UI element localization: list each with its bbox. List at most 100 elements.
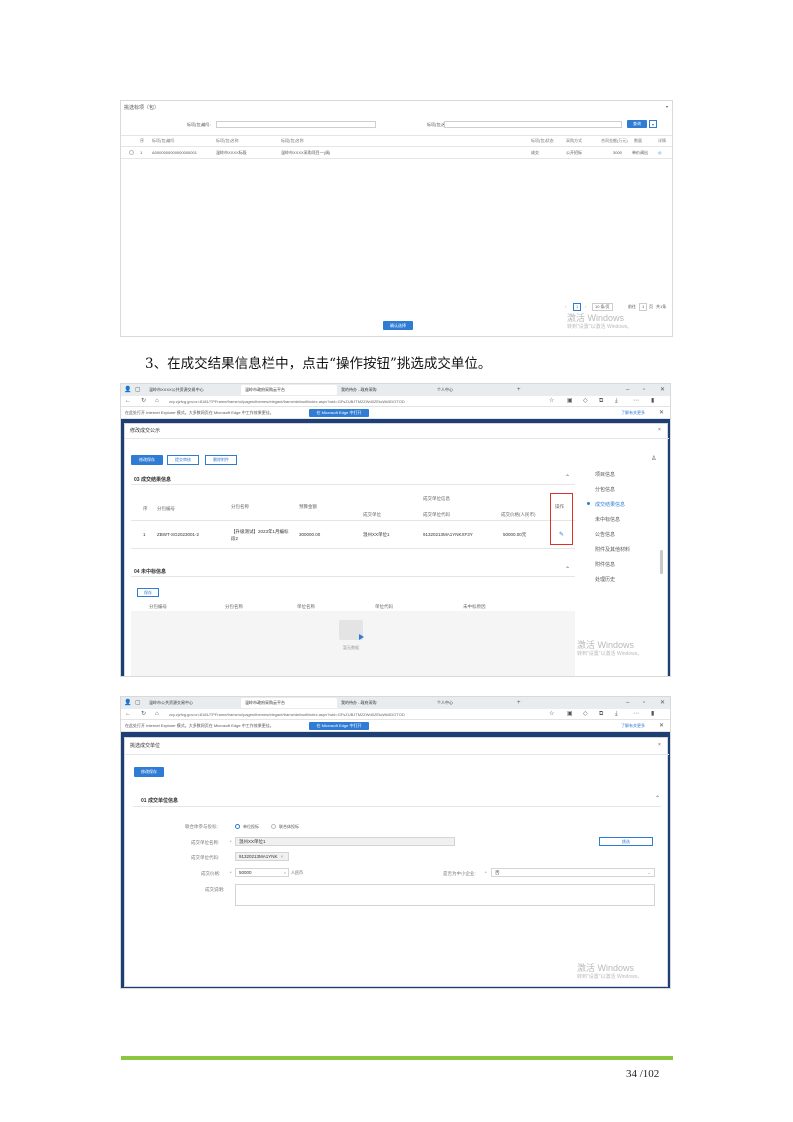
close-window-icon[interactable]: ✕ — [660, 387, 665, 393]
maximize-icon[interactable]: ▫ — [643, 700, 645, 706]
small-enterprise-select[interactable]: 否 ⌄ — [491, 868, 655, 877]
user-icon[interactable]: ♙ — [651, 456, 656, 462]
row-radio[interactable] — [129, 150, 134, 155]
url-text[interactable]: zcy.zjzfcg.gov.cn:8181/TPFrame/frame/ui/… — [169, 400, 405, 404]
open-in-edge-button[interactable]: 在 Microsoft Edge 中打开 — [309, 409, 369, 417]
back-icon[interactable]: ← — [125, 711, 131, 717]
scrollbar[interactable] — [660, 550, 663, 574]
extension-icon[interactable]: ◇ — [583, 711, 588, 717]
radio-single-label: 单位投标 — [243, 824, 259, 829]
goto-input[interactable]: 1 — [639, 303, 648, 311]
sidebar-icon[interactable]: ▮ — [651, 398, 654, 404]
filter-name-input[interactable] — [444, 121, 622, 128]
radio-single[interactable] — [235, 824, 240, 829]
minimize-icon[interactable]: – — [626, 700, 629, 706]
profile-icon[interactable]: 👤 — [124, 387, 131, 393]
side-nav-item[interactable]: 分包信息 — [595, 486, 615, 493]
stepper-icon[interactable]: ⇕ — [283, 871, 286, 875]
learn-more-link[interactable]: 了解有关更多 — [621, 411, 645, 415]
submit-review-button[interactable]: 提交审核 — [167, 455, 199, 465]
side-nav-item[interactable]: 附件信息 — [595, 561, 615, 568]
select-unit-button[interactable]: 挑选 — [599, 837, 653, 846]
reader-icon[interactable]: ▣ — [567, 711, 573, 717]
edit-operation-icon[interactable]: ✎ — [559, 531, 564, 538]
current-page[interactable]: 1 — [573, 303, 582, 311]
browser-tab[interactable]: 我的待办 - 政府采购 — [337, 698, 433, 708]
favorite-icon[interactable]: ☆ — [549, 398, 554, 404]
downloads-icon[interactable]: ⤓ — [615, 711, 618, 717]
tab-actions-icon[interactable]: ▢ — [135, 387, 141, 393]
more-button[interactable]: ▾ — [649, 120, 657, 128]
th-budget: 预算金额 — [299, 504, 317, 509]
extension-icon[interactable]: ◇ — [583, 398, 588, 404]
table-header-cell: 数量 — [634, 138, 642, 143]
browser-tab[interactable]: 温岭市XXXX公共资源交易中心 — [145, 385, 241, 395]
unit-name-field[interactable]: 温州XX单位1 — [235, 837, 455, 846]
filter-code-input[interactable] — [216, 121, 376, 128]
minimize-icon[interactable]: – — [626, 387, 629, 393]
page-size-select[interactable]: 10 条/页 — [592, 303, 613, 311]
browser-tab-active[interactable]: 温岭市政府采购云平台 — [241, 698, 337, 708]
radio-joint[interactable] — [271, 824, 276, 829]
menu-icon[interactable]: ⋯ — [633, 711, 639, 717]
collections-icon[interactable]: ⧉ — [599, 711, 603, 717]
refresh-icon[interactable]: ↻ — [141, 398, 146, 404]
maximize-icon[interactable]: ▫ — [643, 387, 645, 393]
side-nav-item[interactable]: 公告信息 — [595, 531, 615, 538]
downloads-icon[interactable]: ⤓ — [615, 398, 618, 404]
browser-tab[interactable]: 个人中心 — [433, 385, 513, 395]
unit-code-field[interactable]: 91320213MA1YNK × — [235, 852, 289, 861]
prev-page-icon[interactable]: ‹ — [565, 305, 566, 309]
confirm-select-button[interactable]: 确认选择 — [383, 321, 413, 330]
modify-save-button[interactable]: 修改保存 — [131, 455, 163, 465]
new-tab-icon[interactable]: + — [517, 387, 521, 393]
price-input[interactable]: 50000 ⇕ — [235, 868, 289, 877]
side-nav-item[interactable]: 处理历史 — [595, 576, 615, 583]
collapse-icon[interactable]: ▾ — [666, 105, 668, 109]
side-nav-item[interactable]: 项目信息 — [595, 471, 615, 478]
query-button[interactable]: 查询 — [627, 120, 647, 128]
open-in-edge-button[interactable]: 在 Microsoft Edge 中打开 — [309, 722, 369, 730]
clear-icon[interactable]: × — [281, 854, 284, 859]
browser-tab[interactable]: 个人中心 — [433, 698, 513, 708]
th-empty-code: 分包编号 — [149, 604, 167, 609]
browser-tab[interactable]: 温岭市公共资源交易中心 — [145, 698, 241, 708]
new-tab-icon[interactable]: + — [517, 700, 521, 706]
reader-icon[interactable]: ▣ — [567, 398, 573, 404]
menu-icon[interactable]: ⋯ — [633, 398, 639, 404]
close-dialog-icon[interactable]: × — [658, 428, 661, 433]
close-dialog-icon[interactable]: × — [658, 743, 661, 748]
side-nav-item[interactable]: 未中标信息 — [595, 516, 620, 523]
row-section-name: 温岭市XXXX采购项目一(调) — [281, 150, 331, 155]
modify-save-button[interactable]: 修改保存 — [134, 767, 164, 777]
browser-tab[interactable]: 我的待办 - 政府采购 — [337, 385, 433, 395]
favorite-icon[interactable]: ☆ — [549, 711, 554, 717]
browser-tab-active[interactable]: 温岭市政府采购云平台 — [241, 385, 337, 395]
close-infobar-icon[interactable]: ✕ — [659, 410, 664, 416]
collections-icon[interactable]: ⧉ — [599, 398, 603, 404]
next-page-icon[interactable]: › — [585, 305, 586, 309]
profile-icon[interactable]: 👤 — [124, 700, 131, 706]
browser-tab-bar: 👤 ▢ 温岭市XXXX公共资源交易中心 温岭市政府采购云平台 我的待办 - 政府… — [121, 384, 670, 396]
sidebar-icon[interactable]: ▮ — [651, 711, 654, 717]
side-nav-item[interactable]: 成交结果信息 — [595, 501, 625, 508]
tab-actions-icon[interactable]: ▢ — [135, 700, 141, 706]
remark-textarea[interactable] — [235, 884, 655, 906]
home-icon[interactable]: ⌂ — [155, 711, 159, 717]
home-icon[interactable]: ⌂ — [155, 398, 159, 404]
url-text[interactable]: zcy.zjzfcg.gov.cn:8181/TPFrame/frame/ui/… — [169, 713, 405, 717]
collapse-section-icon[interactable]: ⌃ — [565, 475, 570, 481]
close-window-icon[interactable]: ✕ — [660, 700, 665, 706]
delete-attachment-button[interactable]: 删除附件 — [205, 455, 237, 465]
side-nav-item[interactable]: 附件及其他材料 — [595, 546, 630, 553]
detail-icon[interactable]: ◎ — [658, 151, 662, 155]
refresh-icon[interactable]: ↻ — [141, 711, 146, 717]
add-button[interactable]: 保存 — [137, 588, 159, 597]
collapse-section-icon[interactable]: ⌃ — [565, 567, 570, 573]
learn-more-link[interactable]: 了解有关更多 — [621, 724, 645, 728]
collapse-section-icon[interactable]: ⌃ — [655, 796, 660, 802]
th-empty-credit: 单位代码 — [375, 604, 393, 609]
back-icon[interactable]: ← — [125, 398, 131, 404]
row-qty: 单价调出 — [632, 150, 648, 155]
close-infobar-icon[interactable]: ✕ — [659, 723, 664, 729]
